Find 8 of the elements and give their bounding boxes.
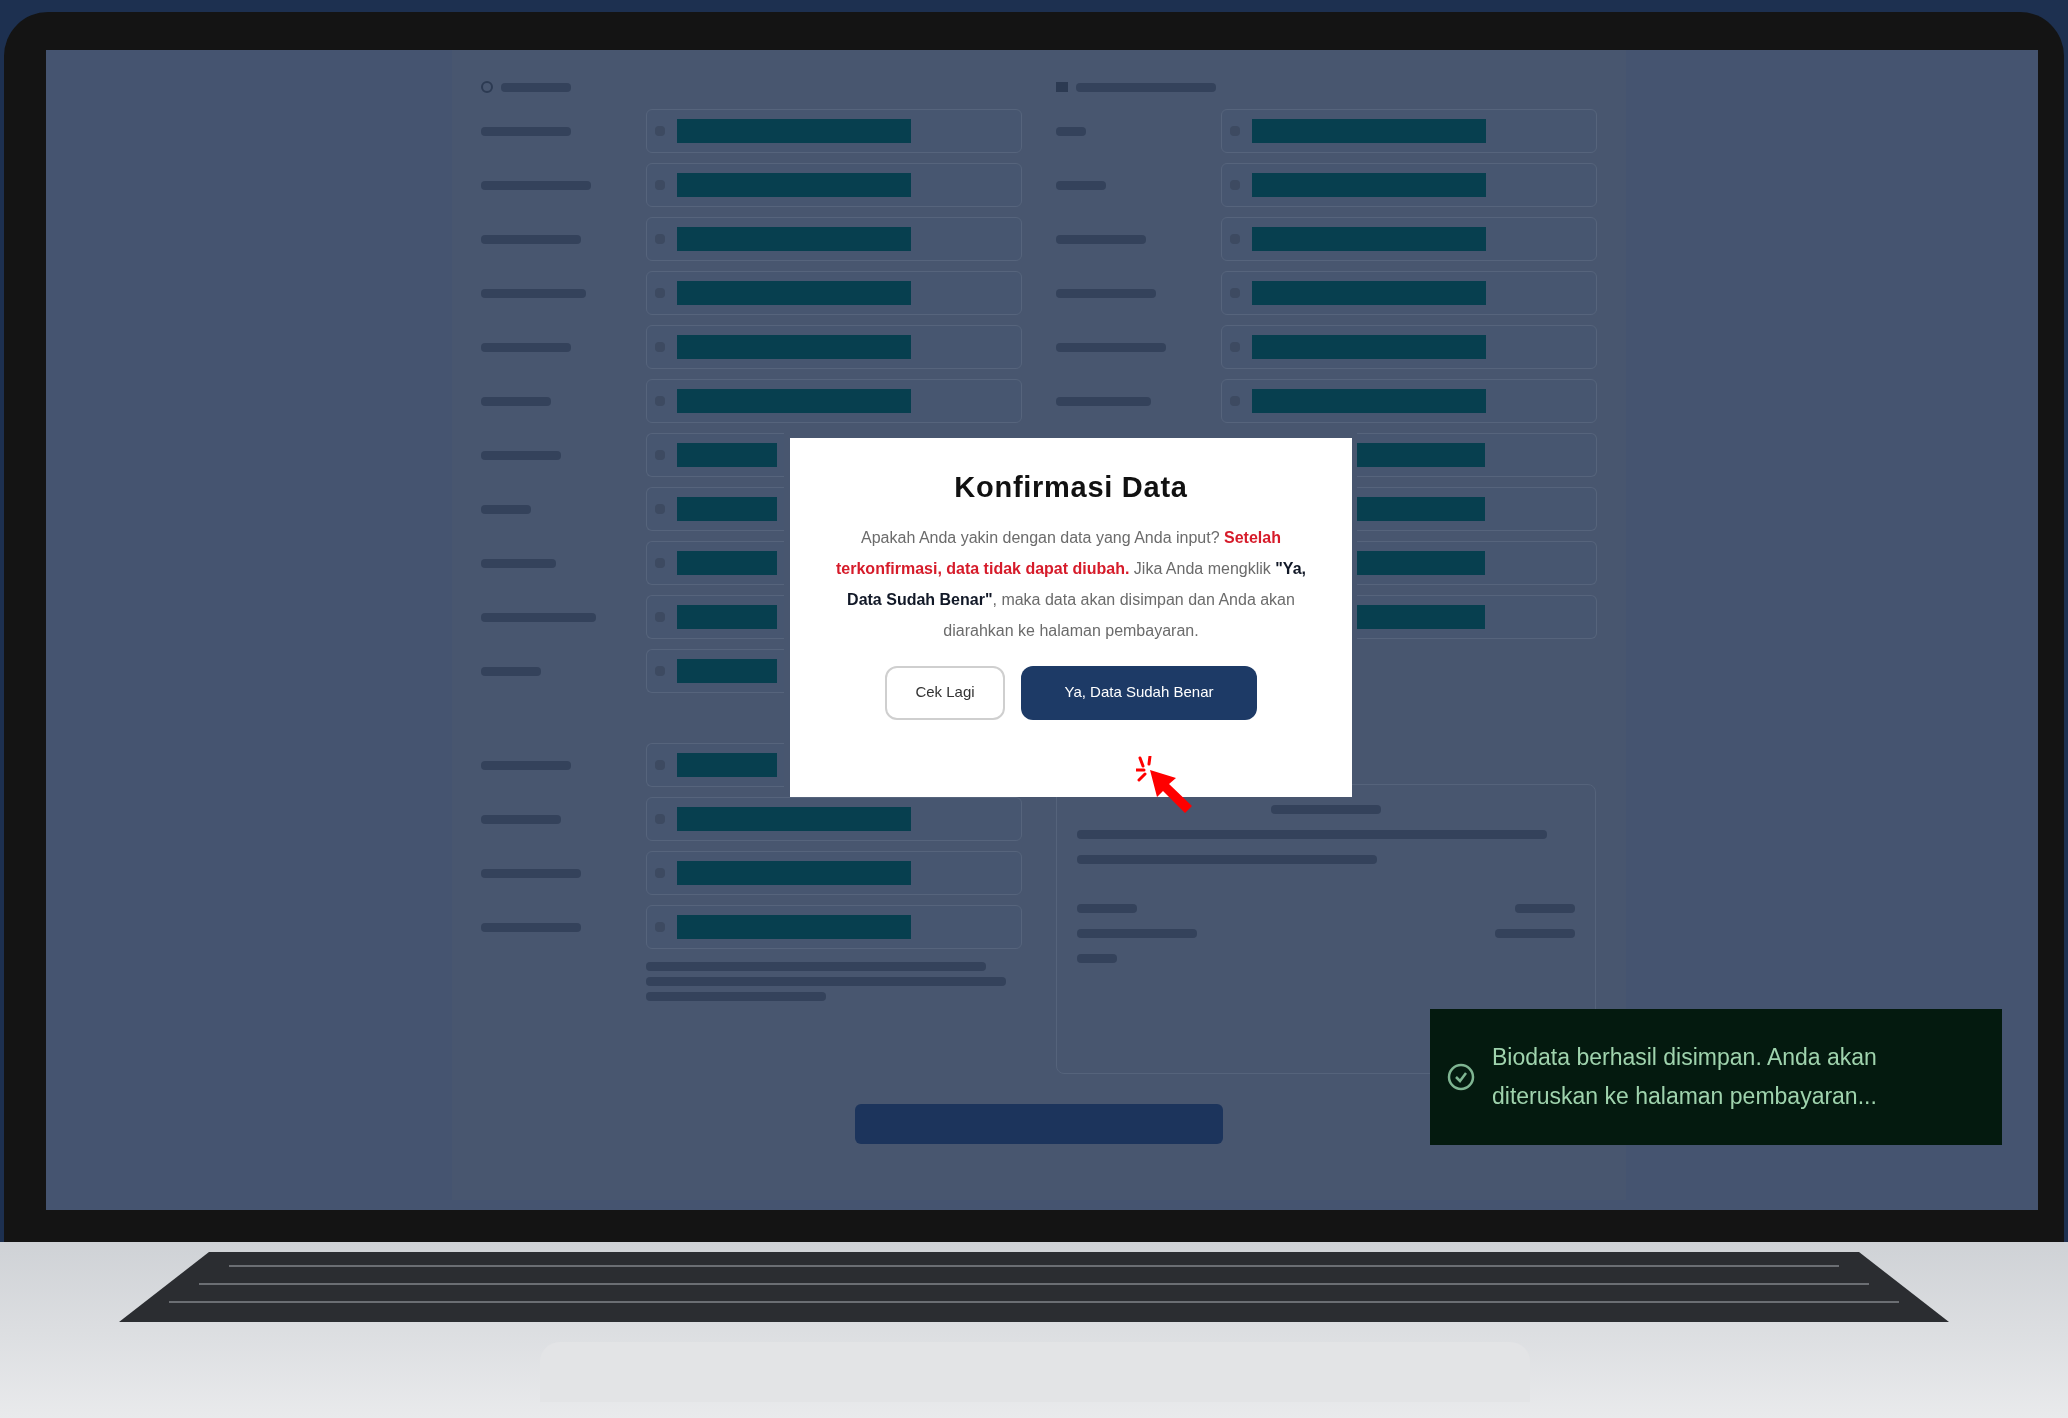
submit-button[interactable] — [855, 1104, 1223, 1144]
toast-message: Biodata berhasil disimpan. Anda akan diteruskan ke halaman pembayaran... — [1492, 1043, 1878, 1111]
user-icon — [481, 81, 493, 93]
confirm-button[interactable]: Ya, Data Sudah Benar — [1021, 665, 1257, 720]
dialog-title: Konfirmasi Data — [954, 470, 1188, 505]
check-circle-icon — [1446, 1062, 1476, 1092]
cancel-button[interactable]: Cek Lagi — [885, 665, 1005, 720]
dialog-message: Apakah Anda yakin dengan data yang Anda input? Setelah terkonfirmasi, data tidak dapat diubah. Jika Anda mengklik "Ya, Data Sudah Benar", maka data akan disimpan dan Anda akan diarahkan ke halaman pembayaran. — [835, 527, 1307, 641]
